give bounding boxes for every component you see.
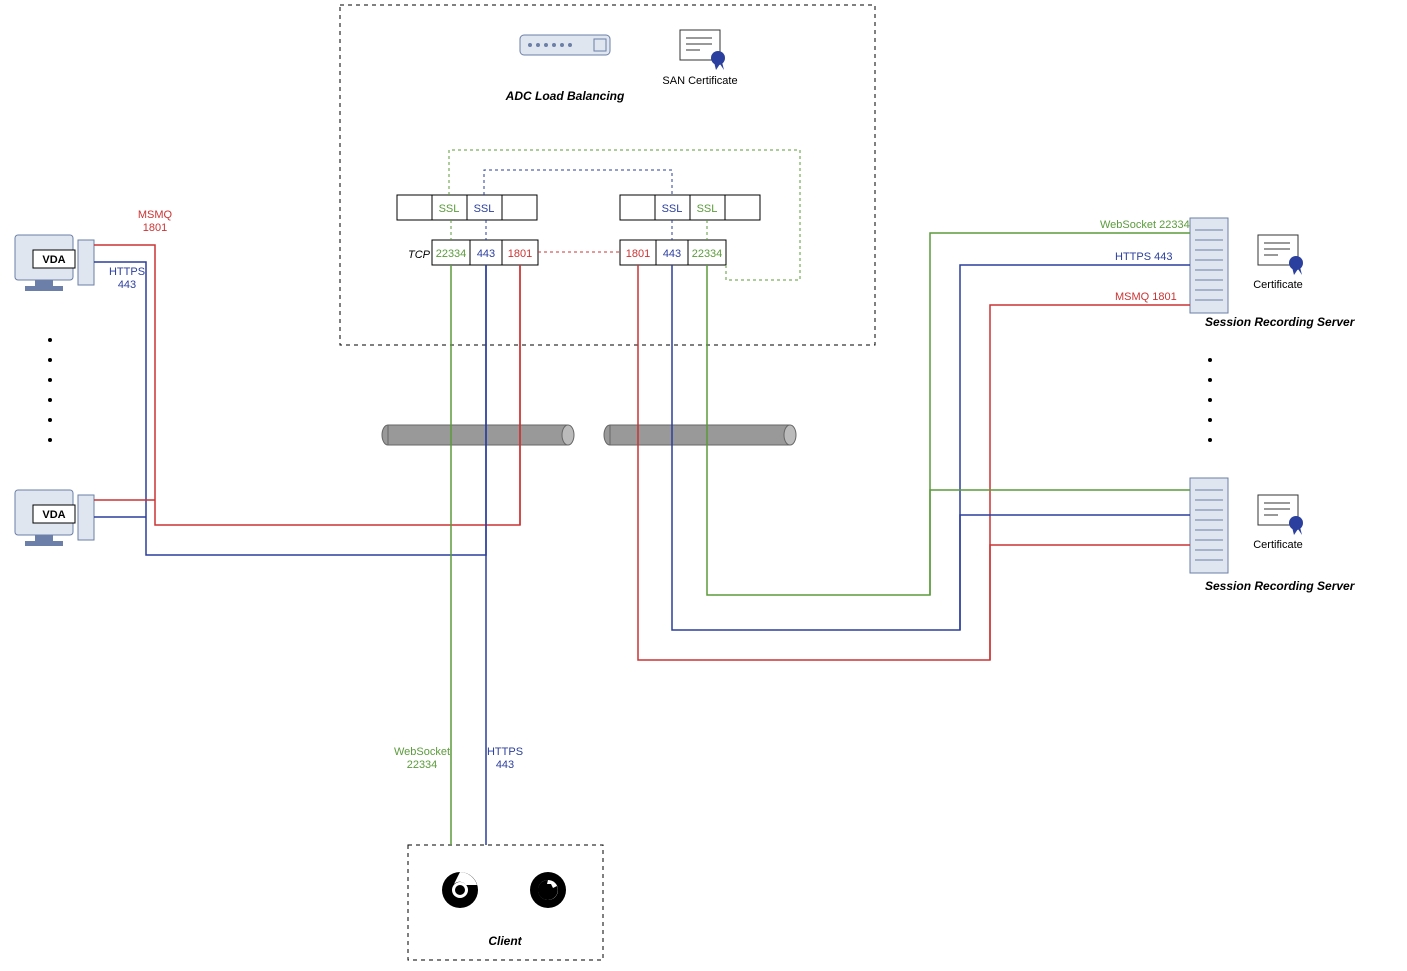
network-diagram: SAN Certificate ADC Load Balancing SSL S… (0, 0, 1407, 971)
client-ws-port: 22334 (407, 759, 438, 771)
vda-label: VDA (42, 254, 65, 266)
line-vda-https (94, 262, 486, 555)
ellipsis-srs (1208, 358, 1212, 442)
srs-msmq-label: MSMQ 1801 (1115, 291, 1177, 303)
ellipsis-vda (48, 338, 52, 442)
ssl-box (502, 195, 537, 220)
srs-https-label: HTTPS 443 (1115, 251, 1172, 263)
pipe-right (604, 425, 796, 445)
ssl-box (620, 195, 655, 220)
ssl-label: SSL (662, 203, 683, 215)
line-right-443-top (672, 265, 1190, 630)
adc-appliance-icon (520, 35, 610, 55)
tcp-port: 1801 (508, 248, 532, 260)
client-title: Client (488, 934, 522, 948)
srs-ws-label: WebSocket 22334 (1100, 219, 1190, 231)
line-right-1801-bot (990, 545, 1190, 660)
srs-title: Session Recording Server (1205, 315, 1356, 329)
client-https-label: HTTPS (487, 746, 523, 758)
certificate-label: Certificate (1253, 539, 1303, 551)
adc-container (340, 5, 875, 345)
line-right-1801-top (638, 265, 1190, 660)
firefox-icon (530, 872, 566, 908)
ssl-label: SSL (439, 203, 460, 215)
ssl-label: SSL (697, 203, 718, 215)
ssl-box (397, 195, 432, 220)
srs-top (1190, 218, 1303, 313)
chrome-icon (442, 872, 478, 908)
client-https-port: 443 (496, 759, 514, 771)
srs-bottom (1190, 478, 1303, 573)
tcp-port: 1801 (626, 248, 650, 260)
vda-bottom: VDA (15, 490, 94, 546)
tcp-label: TCP (408, 249, 431, 261)
adc-title: ADC Load Balancing (505, 89, 625, 103)
vda-label: VDA (42, 509, 65, 521)
tcp-port: 22334 (692, 248, 723, 260)
san-certificate-label: SAN Certificate (662, 75, 737, 87)
client-ws-label: WebSocket (394, 746, 450, 758)
vda-https-label: HTTPS (109, 266, 145, 278)
tcp-port: 443 (663, 248, 681, 260)
line-right-22334-top (707, 233, 1190, 595)
line-right-443-bot (960, 515, 1190, 630)
certificate-label: Certificate (1253, 279, 1303, 291)
tcp-port: 443 (477, 248, 495, 260)
line-vda-msmq (94, 245, 520, 525)
pipe-left (382, 425, 574, 445)
vda-https-port: 443 (118, 279, 136, 291)
san-certificate-icon (680, 30, 725, 70)
line-right-22334-bot (930, 490, 1190, 595)
ssl-box (725, 195, 760, 220)
vda-msmq-label: MSMQ (138, 209, 173, 221)
ssl-label: SSL (474, 203, 495, 215)
vda-top: VDA (15, 235, 94, 291)
vda-msmq-port: 1801 (143, 222, 167, 234)
srs-title: Session Recording Server (1205, 579, 1356, 593)
